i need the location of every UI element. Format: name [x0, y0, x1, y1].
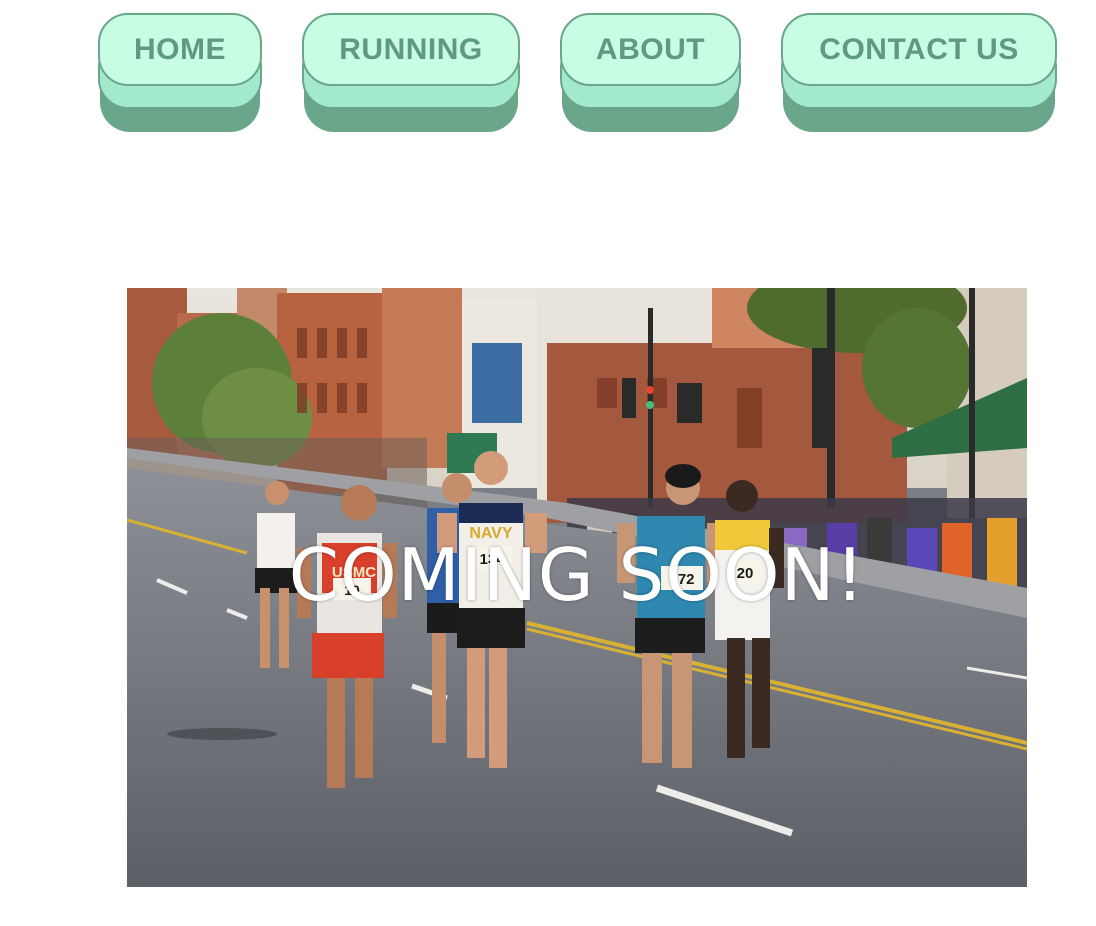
- nav-contact-us-button[interactable]: CONTACT US: [781, 13, 1057, 133]
- nav-running-button[interactable]: RUNNING: [302, 13, 520, 133]
- nav-running-label: RUNNING: [339, 32, 483, 66]
- main-navigation: HOME RUNNING ABOUT CONTACT US: [0, 0, 1096, 140]
- nav-home-button[interactable]: HOME: [98, 13, 262, 133]
- nav-contact-us-label: CONTACT US: [819, 32, 1019, 66]
- coming-soon-overlay: COMING SOON!: [288, 533, 866, 617]
- button-face: HOME: [98, 13, 262, 86]
- nav-home-label: HOME: [134, 32, 226, 66]
- nav-about-label: ABOUT: [595, 32, 706, 66]
- nav-about-button[interactable]: ABOUT: [560, 13, 741, 133]
- button-face: CONTACT US: [781, 13, 1057, 86]
- button-face: RUNNING: [302, 13, 520, 86]
- button-face: ABOUT: [560, 13, 741, 86]
- hero-image: 10 USMC NAVY 134 172 20 COMING SOON!: [127, 288, 1027, 887]
